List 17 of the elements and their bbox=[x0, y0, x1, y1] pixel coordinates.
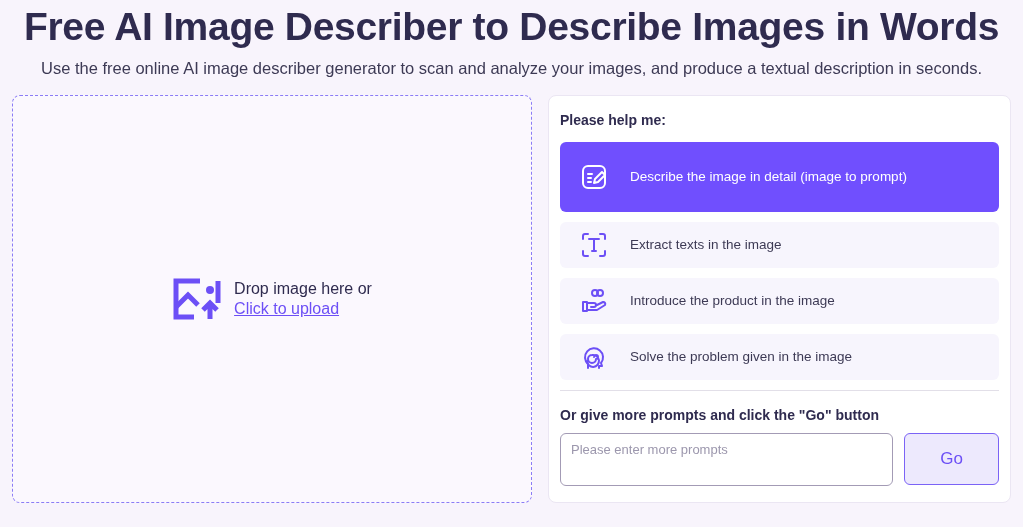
option-item[interactable]: Introduce the product in the image bbox=[560, 277, 999, 324]
image-upload-icon bbox=[172, 276, 223, 321]
prompt-input[interactable]: Please enter more prompts bbox=[560, 432, 893, 486]
prompt-heading: Or give more prompts and click the "Go" button bbox=[560, 405, 880, 425]
upload-link[interactable]: Click to upload bbox=[234, 298, 372, 319]
go-button[interactable]: Go bbox=[904, 432, 999, 485]
option-item[interactable]: Extract texts in the image bbox=[560, 221, 999, 268]
upload-dropzone[interactable]: Drop image here or Click to upload bbox=[12, 94, 532, 503]
option-item[interactable]: Describe the image in detail (image to prompt) bbox=[560, 141, 999, 212]
text-scan-icon bbox=[580, 230, 608, 259]
drop-instruction: Drop image here or bbox=[234, 278, 372, 299]
pen-note-icon bbox=[580, 162, 608, 191]
panel-heading: Please help me: bbox=[560, 110, 667, 130]
page-subtitle: Use the free online AI image describer generator to scan and analyze your images, and produce a textual description in seconds. bbox=[40, 58, 983, 79]
page-title: Free AI Image Describer to Describe Images in Words bbox=[23, 4, 1000, 50]
hand-coins-icon bbox=[580, 286, 608, 315]
option-item[interactable]: Solve the problem given in the image bbox=[560, 333, 999, 380]
